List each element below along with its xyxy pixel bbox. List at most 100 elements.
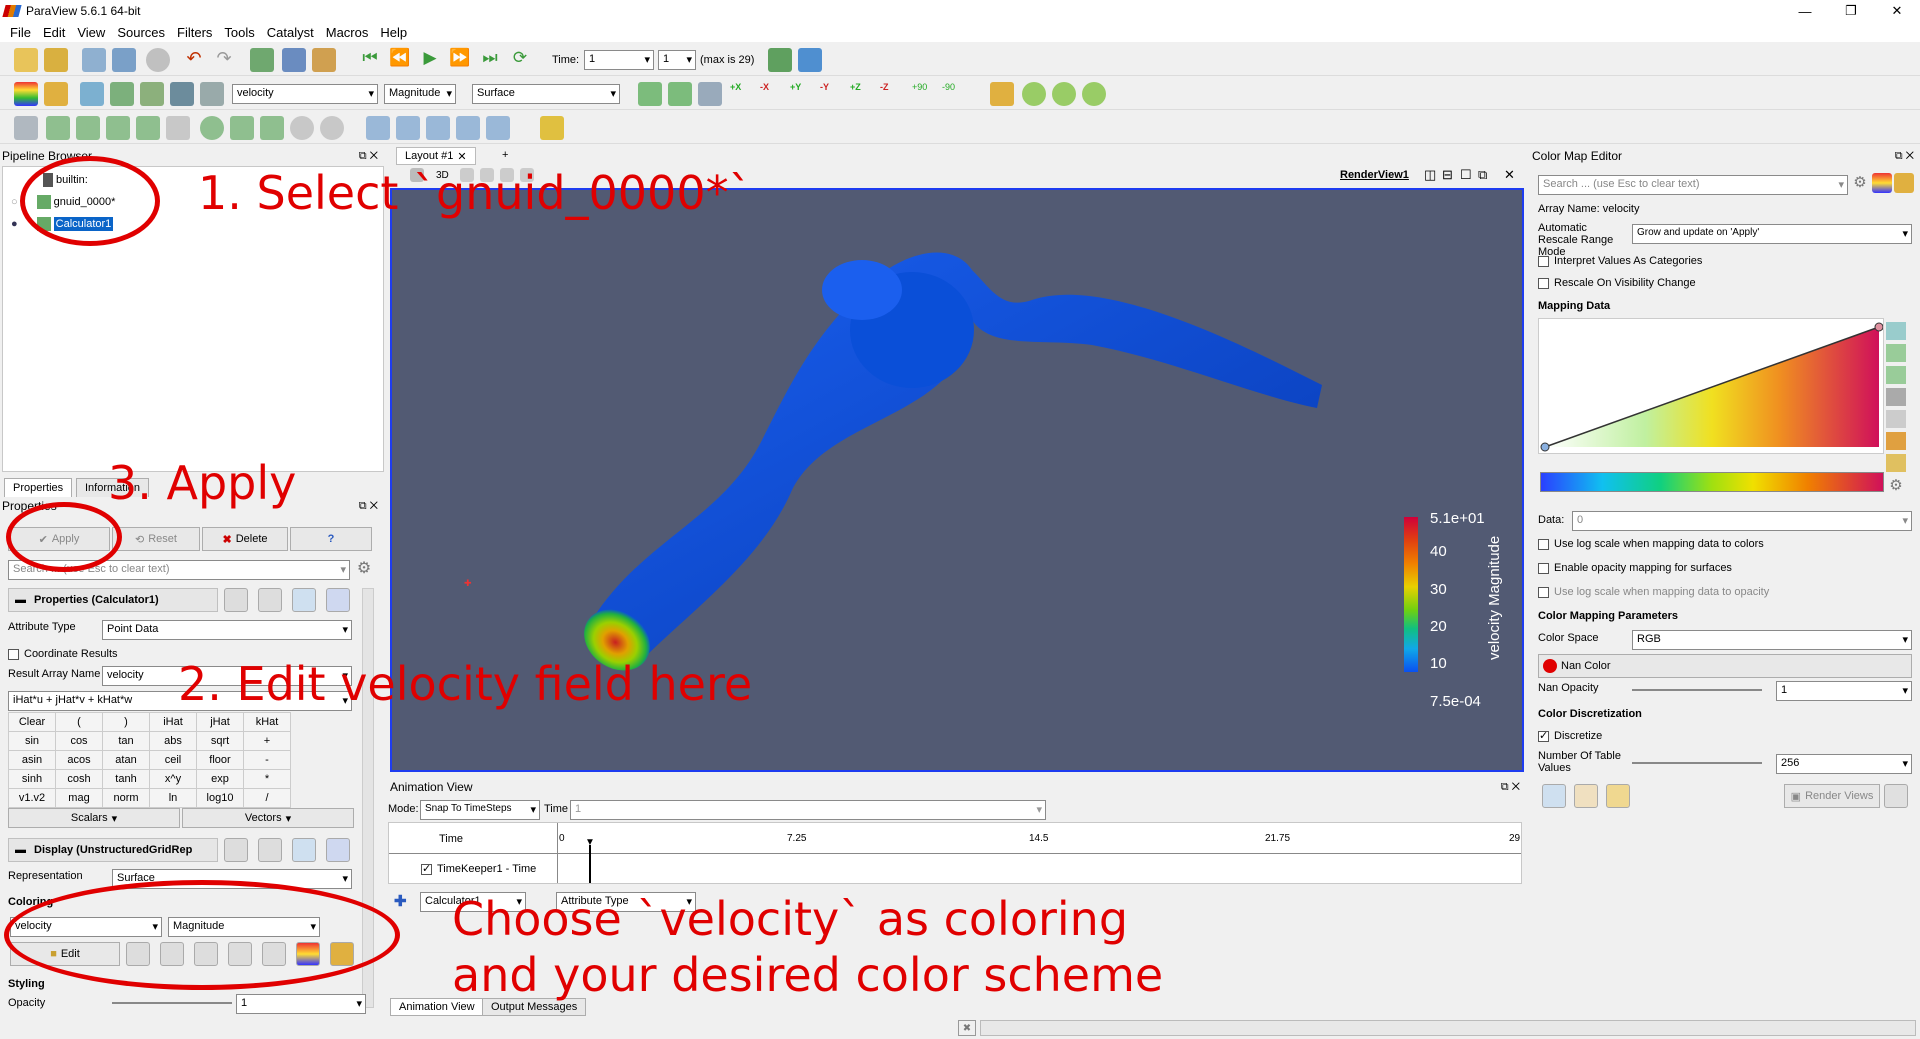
view-plus-x-icon[interactable]: +X [730,82,754,106]
tab-layout-1[interactable]: Layout #1 ✕ [396,147,476,165]
render-views-button[interactable]: ▣ Render Views [1784,784,1880,808]
calc-button[interactable]: norm [103,789,150,808]
calc-button[interactable]: * [244,770,291,789]
menu-macros[interactable]: Macros [320,25,375,40]
opacity-mapping-checkbox[interactable]: Enable opacity mapping for surfaces [1538,562,1732,574]
calc-button[interactable]: kHat [244,713,291,732]
undo-icon[interactable]: ↶ [182,48,206,72]
redo-icon[interactable]: ↷ [212,48,236,72]
coordinate-results-checkbox[interactable]: Coordinate Results [8,648,118,660]
calc-button[interactable]: v1.v2 [9,789,56,808]
paste-icon[interactable] [258,588,282,612]
vectors-dropdown[interactable]: Vectors ▾ [182,808,354,828]
calc-button[interactable]: exp [197,770,244,789]
toggle-visibility-icon[interactable] [200,82,224,106]
log-scale-checkbox[interactable]: Use log scale when mapping data to color… [1538,538,1764,550]
rescale-temporal-icon[interactable] [1886,366,1906,384]
glyph-icon[interactable] [200,116,224,140]
calc-button[interactable]: acos [56,751,103,770]
reset-center-icon[interactable] [1082,82,1106,106]
color-legend-icon[interactable] [14,82,38,106]
rescale-custom-icon[interactable] [110,82,134,106]
restore-defaults-icon[interactable] [1606,784,1630,808]
settings-icon[interactable] [282,48,306,72]
panel-float-close-icon[interactable]: ⧉ ✕ [1501,781,1520,794]
discretize-checkbox[interactable]: Discretize [1538,729,1602,742]
calc-button[interactable]: ln [150,789,197,808]
checkbox-icon[interactable] [421,862,432,875]
load-state-icon[interactable] [82,48,106,72]
time-cursor-marker-icon[interactable]: ▼ [585,837,595,848]
save-icon[interactable] [326,588,350,612]
calc-button[interactable]: ceil [150,751,197,770]
clip-icon[interactable] [76,116,100,140]
menu-edit[interactable]: Edit [37,25,71,40]
auto-update-icon[interactable] [1884,784,1908,808]
memory-inspector-icon[interactable]: ✖ [958,1020,976,1036]
rescale-range-icon[interactable] [1886,322,1906,340]
calc-button[interactable]: ( [56,713,103,732]
time-cursor[interactable] [589,845,591,883]
rescale-visible-icon[interactable] [140,82,164,106]
table-values-input[interactable]: 256 [1776,754,1912,774]
menu-sources[interactable]: Sources [111,25,171,40]
reload-icon[interactable] [292,838,316,862]
reset-camera-icon[interactable] [250,48,274,72]
menu-help[interactable]: Help [374,25,413,40]
calc-button[interactable]: ) [103,713,150,732]
maximize-view-icon[interactable]: ☐ [1460,167,1472,183]
view-minus-x-icon[interactable]: -X [760,82,784,106]
view-minus-y-icon[interactable]: -Y [820,82,844,106]
paste-icon[interactable] [258,838,282,862]
query-icon[interactable] [798,48,822,72]
opacity-input[interactable]: 1 [236,994,366,1014]
split-horizontal-icon[interactable]: ◫ [1424,167,1436,183]
calculator-icon[interactable] [14,116,38,140]
opacity-slider[interactable] [112,1002,232,1004]
calc-button[interactable]: tan [103,732,150,751]
edit-color-map-icon[interactable] [44,82,68,106]
reset-camera-icon[interactable] [638,82,662,106]
hover-points-icon[interactable] [456,116,480,140]
previous-frame-icon[interactable]: ⏪ [388,48,412,72]
auto-rescale-combo[interactable]: Grow and update on 'Apply' [1632,224,1912,244]
zoom-to-data-icon[interactable] [668,82,692,106]
menu-catalyst[interactable]: Catalyst [261,25,320,40]
select-points-icon[interactable] [396,116,420,140]
nan-opacity-slider[interactable] [1632,689,1762,691]
save-defaults-icon[interactable] [1574,784,1598,808]
representation-combo[interactable]: Surface [472,84,620,104]
grow-selection-icon[interactable] [486,116,510,140]
scalars-dropdown[interactable]: Scalars ▾ [8,808,180,828]
restore-view-icon[interactable]: ⧉ [1478,167,1487,183]
color-component-combo[interactable]: Magnitude [384,84,456,104]
animation-mode-combo[interactable]: Snap To TimeSteps [420,800,540,820]
gear-icon[interactable]: ⚙ [1850,173,1870,193]
gear-icon[interactable]: ⚙ [352,558,376,582]
threshold-icon[interactable] [136,116,160,140]
rescale-visible-icon[interactable] [1886,388,1906,406]
menu-file[interactable]: File [4,25,37,40]
zoom-to-box-icon[interactable] [698,82,722,106]
center-axes-icon[interactable] [1022,82,1046,106]
rescale-data-range-icon[interactable] [80,82,104,106]
time-index-spinbox[interactable]: 1 [658,50,696,70]
save-preset-icon[interactable] [1886,454,1906,472]
nan-color-button[interactable]: Nan Color [1538,654,1912,678]
calc-button[interactable]: / [244,789,291,808]
select-cells-icon[interactable] [366,116,390,140]
calc-button[interactable]: asin [9,751,56,770]
save-icon[interactable] [326,838,350,862]
warp-by-vector-icon[interactable] [260,116,284,140]
open-recent-icon[interactable] [44,48,68,72]
first-frame-icon[interactable]: ⏮ [358,48,382,72]
calc-button[interactable]: abs [150,732,197,751]
menu-view[interactable]: View [71,25,111,40]
calc-button[interactable]: sin [9,732,56,751]
ruler-icon[interactable] [540,116,564,140]
cme-search-input[interactable]: Search ... (use Esc to clear text) [1538,175,1848,195]
palette-icon[interactable] [312,48,336,72]
reset-button[interactable]: ⟲ Reset [112,527,200,551]
split-vertical-icon[interactable]: ⊟ [1442,167,1453,183]
color-legend-icon[interactable] [1872,173,1892,193]
